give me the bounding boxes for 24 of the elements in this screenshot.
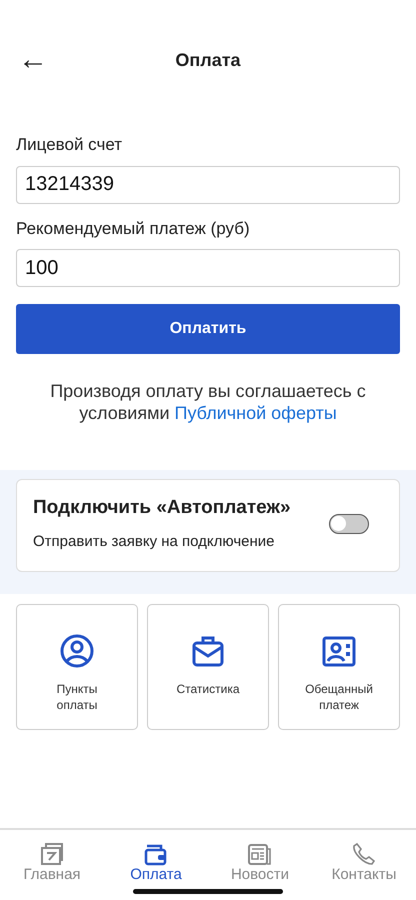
autopay-title: Подключить «Автоплатеж» bbox=[33, 496, 291, 520]
input-field[interactable]: 100 bbox=[16, 249, 400, 287]
nav-tab[interactable]: Главная bbox=[0, 830, 104, 900]
nav-tab[interactable]: Контакты bbox=[312, 830, 416, 900]
input-field[interactable]: 13214339 bbox=[16, 166, 400, 204]
person-icon bbox=[59, 633, 95, 669]
toggle-switch[interactable] bbox=[329, 514, 369, 534]
autopay-subtitle: Отправить заявку на подключение bbox=[33, 532, 276, 552]
nav-tab[interactable]: Новости bbox=[208, 830, 312, 900]
newspaper-icon bbox=[247, 842, 273, 866]
nav-tab[interactable]: Оплата bbox=[104, 830, 208, 900]
consent-text: Производя оплату вы соглашаетесь с условиями Публичной оферты bbox=[49, 380, 367, 424]
pay-button[interactable]: Оплатить bbox=[16, 304, 400, 354]
tile-button[interactable]: Обещанный платеж bbox=[278, 604, 400, 730]
field-label: Рекомендуемый платеж (руб) bbox=[16, 218, 251, 240]
picture-frame-icon bbox=[39, 842, 65, 866]
tile-button[interactable]: Статистика bbox=[147, 604, 269, 730]
back-button[interactable]: ← bbox=[14, 44, 52, 76]
offer-link[interactable]: Публичной оферты bbox=[174, 403, 337, 423]
wallet-icon bbox=[143, 842, 169, 866]
screen-title: Оплата bbox=[175, 49, 241, 72]
tile-button[interactable]: Пункты оплаты bbox=[16, 604, 138, 730]
phone-icon bbox=[351, 842, 377, 866]
field-label: Лицевой счет bbox=[16, 134, 124, 156]
